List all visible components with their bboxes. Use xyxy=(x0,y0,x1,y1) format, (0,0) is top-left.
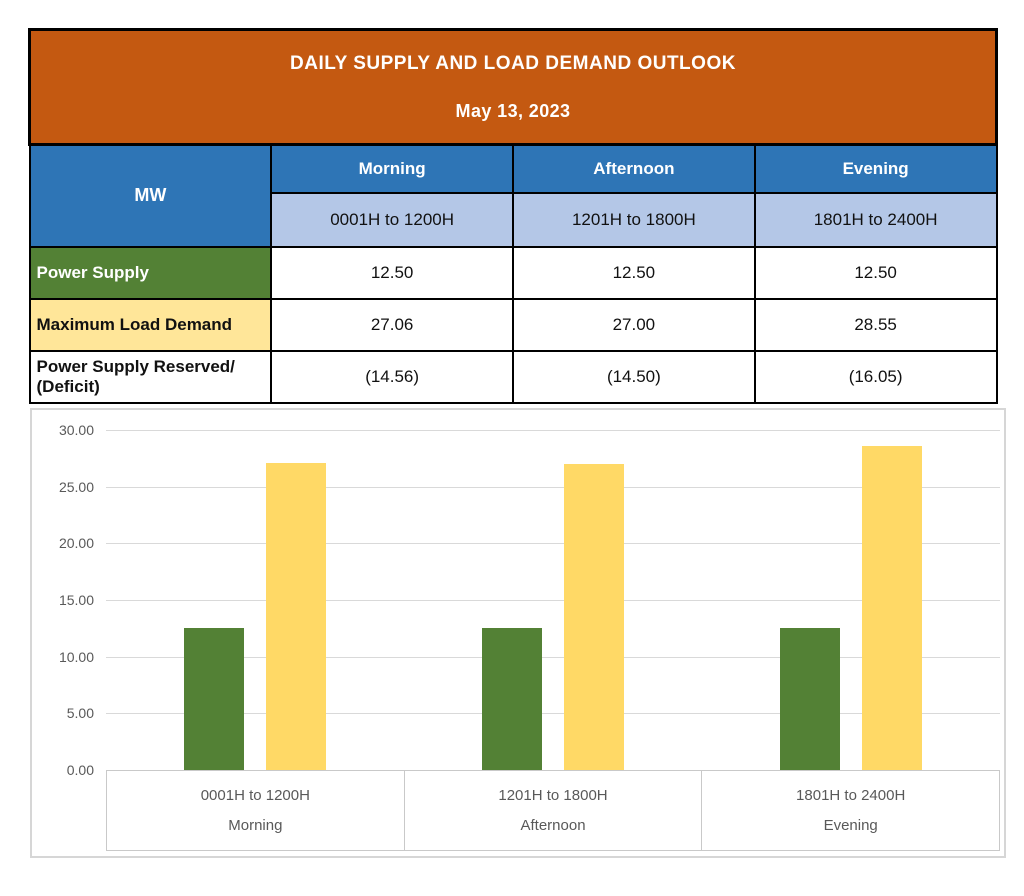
category-hours-label: 1801H to 2400H xyxy=(796,787,906,804)
y-axis-tick-label: 10.00 xyxy=(58,648,94,665)
value-supply-evening: 12.50 xyxy=(753,245,998,300)
unit-header-cell: MW xyxy=(28,143,273,248)
row-label-reserve-deficit: Power Supply Reserved/ (Deficit) xyxy=(28,349,273,404)
y-axis-tick-label: 30.00 xyxy=(58,422,94,438)
subheader-afternoon-hours: 1201H to 1800H xyxy=(512,191,756,248)
x-axis-category: 1801H to 2400H Evening xyxy=(701,771,999,850)
row-label-load-demand: Maximum Load Demand xyxy=(28,297,273,352)
x-axis-category: 0001H to 1200H Morning xyxy=(107,771,404,850)
column-header-afternoon: Afternoon xyxy=(512,143,756,194)
value-deficit-morning: (14.56) xyxy=(270,349,514,404)
x-axis-category: 1201H to 1800H Afternoon xyxy=(403,771,702,850)
y-axis-tick-label: 20.00 xyxy=(58,535,94,552)
value-demand-morning: 27.06 xyxy=(270,297,514,352)
subheader-evening-hours: 1801H to 2400H xyxy=(753,191,998,248)
table-date: May 13, 2023 xyxy=(455,100,571,121)
row-label-power-supply: Power Supply xyxy=(28,245,273,300)
value-demand-evening: 28.55 xyxy=(753,297,998,352)
value-supply-morning: 12.50 xyxy=(270,245,514,300)
table-row-load-demand: Maximum Load Demand 27.06 27.00 28.55 xyxy=(28,297,998,352)
y-axis-tick-label: 15.00 xyxy=(58,592,94,608)
bar-load-demand xyxy=(564,464,624,770)
bar-power-supply xyxy=(184,628,244,770)
category-period-label: Evening xyxy=(823,817,878,834)
supply-demand-table: DAILY SUPPLY AND LOAD DEMAND OUTLOOK May… xyxy=(28,28,998,404)
bar-load-demand xyxy=(266,463,326,770)
table-row-reserve-deficit: Power Supply Reserved/ (Deficit) (14.56)… xyxy=(28,349,998,404)
x-axis-label-area: 0001H to 1200H Morning 1201H to 1800H After… xyxy=(106,770,1000,851)
table-title: DAILY SUPPLY AND LOAD DEMAND OUTLOOK xyxy=(290,52,736,74)
value-deficit-evening: (16.05) xyxy=(753,349,998,404)
subheader-morning-hours: 0001H to 1200H xyxy=(270,191,514,248)
y-axis-tick-label: 25.00 xyxy=(58,478,94,495)
bar-power-supply xyxy=(482,628,542,770)
value-deficit-afternoon: (14.50) xyxy=(512,349,756,404)
y-axis-tick-label: 5.00 xyxy=(66,705,94,722)
supply-demand-bar-chart: 0.00 5.00 10.00 15.00 20.00 25.00 30.00 0001H t… xyxy=(30,408,1006,858)
chart-gridline xyxy=(106,430,1000,431)
bar-load-demand xyxy=(862,446,922,770)
category-period-label: Morning xyxy=(228,817,283,834)
category-period-label: Afternoon xyxy=(520,817,586,834)
value-supply-afternoon: 12.50 xyxy=(512,245,756,300)
column-header-evening: Evening xyxy=(753,143,998,194)
column-header-morning: Morning xyxy=(270,143,514,194)
category-hours-label: 1201H to 1800H xyxy=(498,787,608,804)
table-row-power-supply: Power Supply 12.50 12.50 12.50 xyxy=(28,245,998,300)
y-axis-tick-label: 0.00 xyxy=(66,762,94,778)
category-hours-label: 0001H to 1200H xyxy=(200,787,310,804)
bar-power-supply xyxy=(780,628,840,770)
table-title-cell: DAILY SUPPLY AND LOAD DEMAND OUTLOOK May… xyxy=(28,28,998,146)
value-demand-afternoon: 27.00 xyxy=(512,297,756,352)
